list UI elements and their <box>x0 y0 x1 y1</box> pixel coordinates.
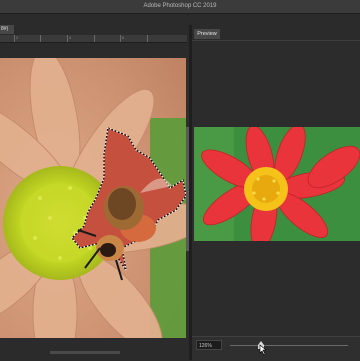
mouse-pointer-icon <box>259 344 267 356</box>
ruler-tick <box>67 35 68 42</box>
canvas-image <box>0 58 186 338</box>
horizontal-scroll-thumb[interactable] <box>50 351 120 354</box>
document-canvas[interactable] <box>0 58 186 338</box>
ruler-tick <box>14 35 15 42</box>
ruler-tick <box>94 35 95 42</box>
zoom-level-field[interactable]: 126% <box>196 340 222 350</box>
document-tab[interactable]: 8#) <box>0 25 14 34</box>
tab-preview[interactable]: Preview <box>194 29 220 39</box>
horizontal-ruler: 2 4 6 <box>0 35 187 43</box>
ruler-label: 2 <box>16 35 19 40</box>
zoom-slider-track[interactable] <box>230 345 348 346</box>
ruler-tick <box>147 35 148 42</box>
window-title: Adobe Photoshop CC 2019 <box>0 0 360 14</box>
preview-photo <box>194 127 360 241</box>
preview-image <box>194 127 360 241</box>
ruler-label: 4 <box>69 35 72 40</box>
ruler-tick <box>120 35 121 42</box>
ruler-tick <box>40 35 41 42</box>
ruler-label: 6 <box>122 35 125 40</box>
